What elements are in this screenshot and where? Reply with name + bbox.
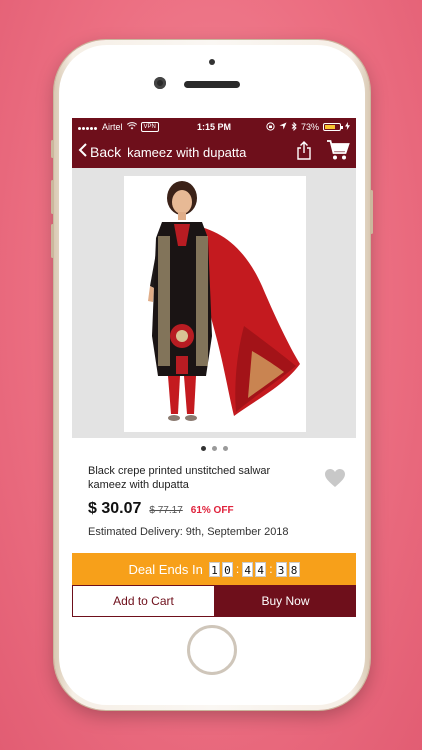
location-icon: [279, 122, 287, 132]
deal-label: Deal Ends In: [128, 561, 203, 577]
mute-switch: [51, 140, 54, 158]
nav-actions: [296, 139, 350, 166]
buy-now-button[interactable]: Buy Now: [215, 585, 356, 617]
volume-down-button: [51, 224, 54, 258]
battery-fill: [325, 125, 336, 129]
countdown-timer: 1 0 : 4 4 : 3 8: [208, 561, 300, 577]
timer-digit: 1: [208, 561, 220, 577]
product-name: Black crepe printed unstitched salwar ka…: [88, 465, 271, 491]
chevron-left-icon: [78, 142, 88, 160]
bluetooth-icon: [291, 121, 297, 133]
navigation-bar: Back kameez with dupatta: [72, 136, 356, 168]
status-left: Airtel VPN: [78, 122, 159, 132]
page-title: kameez with dupatta: [127, 144, 247, 160]
timer-digit: 8: [288, 561, 300, 577]
carousel-dot[interactable]: [222, 445, 228, 451]
current-price: $ 30.07: [88, 500, 142, 517]
volume-up-button: [51, 180, 54, 214]
back-label: Back: [90, 144, 122, 160]
status-bar: Airtel VPN 1:15 PM 73%: [72, 118, 356, 136]
timer-separator: :: [235, 562, 240, 576]
deal-countdown-bar: Deal Ends In 1 0 : 4 4 : 3 8: [72, 553, 356, 585]
original-price: $ 77.17: [149, 505, 183, 516]
orientation-lock-icon: [266, 121, 275, 133]
heart-icon[interactable]: [324, 468, 346, 493]
share-icon[interactable]: [296, 140, 312, 165]
product-photo: [124, 176, 306, 432]
charging-icon: [345, 122, 350, 132]
carrier-label: Airtel: [102, 122, 123, 132]
add-to-cart-button[interactable]: Add to Cart: [72, 585, 215, 617]
timer-digit: 4: [242, 561, 254, 577]
vpn-badge: VPN: [140, 122, 159, 132]
front-camera: [154, 77, 166, 89]
carousel-indicator[interactable]: [72, 438, 356, 458]
proximity-sensor: [209, 59, 215, 65]
price-row: $ 30.07 $ 77.17 61% OFF: [88, 500, 340, 518]
signal-icon: [78, 122, 98, 132]
back-button[interactable]: Back: [78, 142, 122, 160]
earpiece-speaker: [184, 81, 240, 88]
timer-digit: 0: [221, 561, 233, 577]
product-details: Black crepe printed unstitched salwar ka…: [72, 458, 356, 553]
wifi-icon: [126, 122, 137, 132]
status-right: 73%: [266, 121, 350, 133]
estimated-delivery: Estimated Delivery: 9th, September 2018: [88, 526, 289, 538]
power-button: [370, 190, 373, 234]
cart-icon[interactable]: [326, 139, 350, 166]
timer-digit: 4: [255, 561, 267, 577]
timer-digit: 3: [275, 561, 287, 577]
action-buttons: Add to Cart Buy Now: [72, 585, 356, 617]
carousel-dot[interactable]: [211, 445, 217, 451]
battery-icon: [323, 123, 343, 131]
timer-separator: :: [269, 562, 273, 576]
discount-badge: 61% OFF: [190, 505, 234, 516]
battery-percent: 73%: [300, 122, 319, 132]
product-image-carousel[interactable]: [72, 168, 356, 438]
carousel-dot-active[interactable]: [200, 445, 206, 451]
home-button[interactable]: [187, 625, 237, 675]
app-screen: Airtel VPN 1:15 PM 73% Back kameez with …: [72, 118, 356, 621]
